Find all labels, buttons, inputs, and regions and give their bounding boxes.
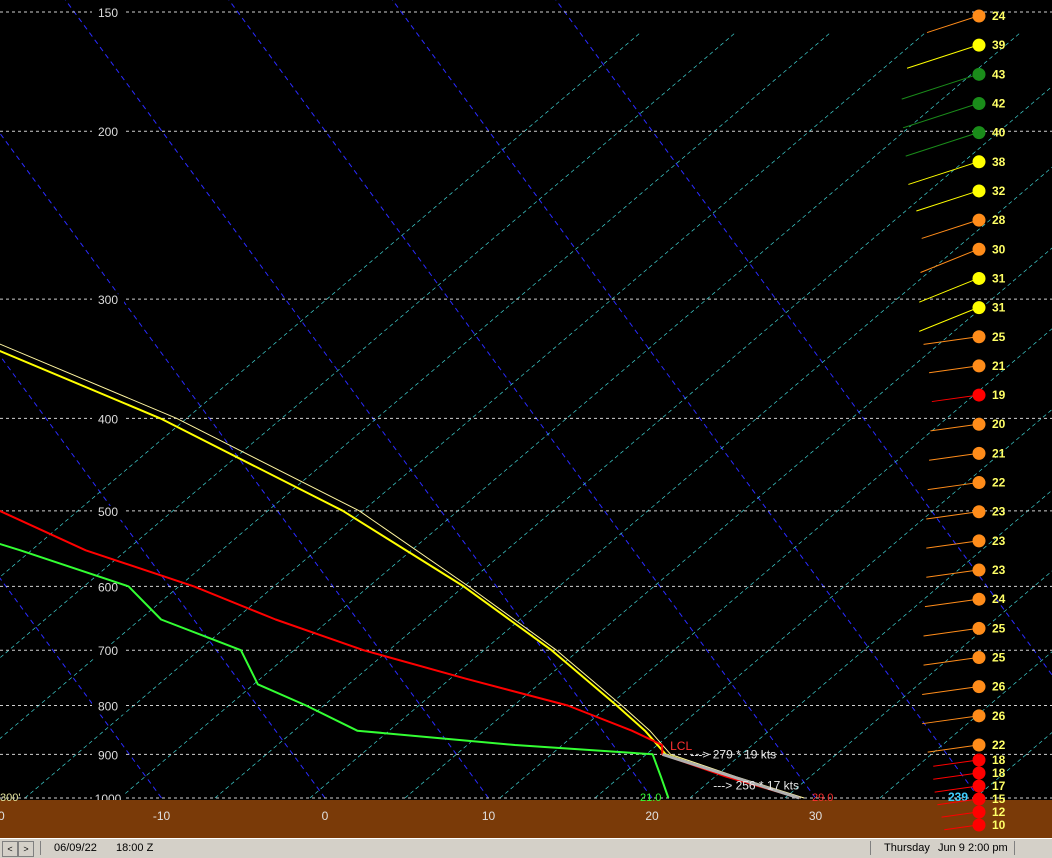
wind-speed-marker (972, 738, 986, 752)
pressure-label: 400 (98, 412, 118, 426)
wind-speed-label: 15 (992, 792, 1006, 806)
wind-speed-label: 22 (992, 738, 1006, 752)
wind-speed-label: 21 (992, 359, 1006, 373)
wind-speed-marker (972, 271, 986, 285)
wind-speed-marker (972, 9, 986, 23)
wind-speed-marker (972, 38, 986, 52)
wind-speed-label: 25 (992, 330, 1006, 344)
pressure-label: 500 (98, 505, 118, 519)
wind-speed-label: 25 (992, 621, 1006, 635)
temperature-tick-label: 30 (809, 809, 823, 823)
next-time-button[interactable]: > (18, 841, 34, 857)
pressure-label: 300 (98, 293, 118, 307)
wind-speed-label: 18 (992, 753, 1006, 767)
status-bar: < > 06/09/22 18:00 Z Thursday Jun 9 2:00… (0, 838, 1052, 858)
wind-speed-marker (972, 242, 986, 256)
wind-speed-label: 32 (992, 184, 1006, 198)
wind-speed-label: 18 (992, 766, 1006, 780)
wind-speed-marker (972, 680, 986, 694)
wind-speed-label: 23 (992, 534, 1006, 548)
wind-speed-label: 23 (992, 563, 1006, 577)
wind-speed-label: 24 (992, 592, 1006, 606)
skewt-chart: 150200300400500600700800900100020-100102… (0, 0, 1052, 838)
temperature-tick-label: 10 (482, 809, 496, 823)
wind-speed-label: 38 (992, 155, 1006, 169)
wind-speed-marker (972, 766, 986, 780)
wind-speed-marker (972, 96, 986, 110)
pressure-label: 200 (98, 125, 118, 139)
lcl-label: LCL (670, 739, 692, 753)
wind-speed-label: 28 (992, 213, 1006, 227)
wind-speed-label: 26 (992, 709, 1006, 723)
wind-speed-label: 40 (992, 126, 1006, 140)
wind-speed-marker (972, 126, 986, 140)
wind-speed-marker (972, 505, 986, 519)
wind-speed-label: 31 (992, 271, 1006, 285)
wind-speed-label: 20 (992, 417, 1006, 431)
wind-speed-marker (972, 818, 986, 832)
plot-background (0, 0, 1052, 838)
wind-speed-label: 22 (992, 476, 1006, 490)
wind-speed-label: 21 (992, 446, 1006, 460)
temperature-tick-label: -10 (153, 809, 171, 823)
wind-speed-label: 39 (992, 38, 1006, 52)
wind-annotation: ---> 279 * 19 kts (690, 747, 776, 761)
wind-speed-marker (972, 388, 986, 402)
wind-speed-marker (972, 67, 986, 81)
wind-speed-label: 43 (992, 67, 1006, 81)
wind-speed-marker (972, 359, 986, 373)
date-field: 06/09/22 (54, 842, 97, 854)
wind-speed-label: 19 (992, 388, 1006, 402)
wind-speed-label: 10 (992, 818, 1006, 832)
wind-speed-label: 30 (992, 242, 1006, 256)
wind-speed-label: 24 (992, 9, 1006, 23)
wind-speed-marker (972, 792, 986, 806)
wind-speed-marker (972, 779, 986, 793)
wind-speed-label: 31 (992, 301, 1006, 315)
local-time-field: Jun 9 2:00 pm (938, 842, 1008, 854)
wind-speed-marker (972, 651, 986, 665)
wind-speed-marker (972, 563, 986, 577)
wind-speed-marker (972, 709, 986, 723)
surface-dewpoint-label: 21.0 (640, 792, 661, 804)
pressure-label: 700 (98, 644, 118, 658)
pressure-label: 800 (98, 700, 118, 714)
wind-speed-marker (972, 184, 986, 198)
wind-speed-label: 17 (992, 779, 1006, 793)
temperature-tick-label: 0 (322, 809, 329, 823)
temperature-tick-label: 20 (0, 809, 5, 823)
wind-speed-label: 12 (992, 805, 1006, 819)
wind-speed-marker (972, 301, 986, 315)
wind-speed-marker (972, 446, 986, 460)
wind-speed-label: 42 (992, 96, 1006, 110)
pressure-label: 900 (98, 748, 118, 762)
wind-speed-marker (972, 330, 986, 344)
surface-height-label: 300' (0, 792, 20, 804)
wind-speed-label: 23 (992, 505, 1006, 519)
wind-speed-marker (972, 155, 986, 169)
weekday-field: Thursday (884, 842, 930, 854)
surface-temperature-label: 29.0 (812, 792, 833, 804)
temperature-tick-label: 20 (645, 809, 659, 823)
wind-speed-marker (972, 805, 986, 819)
previous-time-button[interactable]: < (2, 841, 18, 857)
wind-speed-marker (972, 534, 986, 548)
wind-speed-marker (972, 592, 986, 606)
time-field: 18:00 Z (116, 842, 154, 854)
skewt-window: 150200300400500600700800900100020-100102… (0, 0, 1052, 858)
wind-speed-marker (972, 417, 986, 431)
wind-speed-marker (972, 213, 986, 227)
wind-speed-marker (972, 753, 986, 767)
wind-annotation: ---> 256 * 17 kts (713, 778, 799, 792)
pressure-label: 150 (98, 6, 118, 20)
wind-speed-label: 25 (992, 651, 1006, 665)
wind-speed-marker (972, 621, 986, 635)
wind-speed-label: 26 (992, 680, 1006, 694)
wind-speed-marker (972, 476, 986, 490)
